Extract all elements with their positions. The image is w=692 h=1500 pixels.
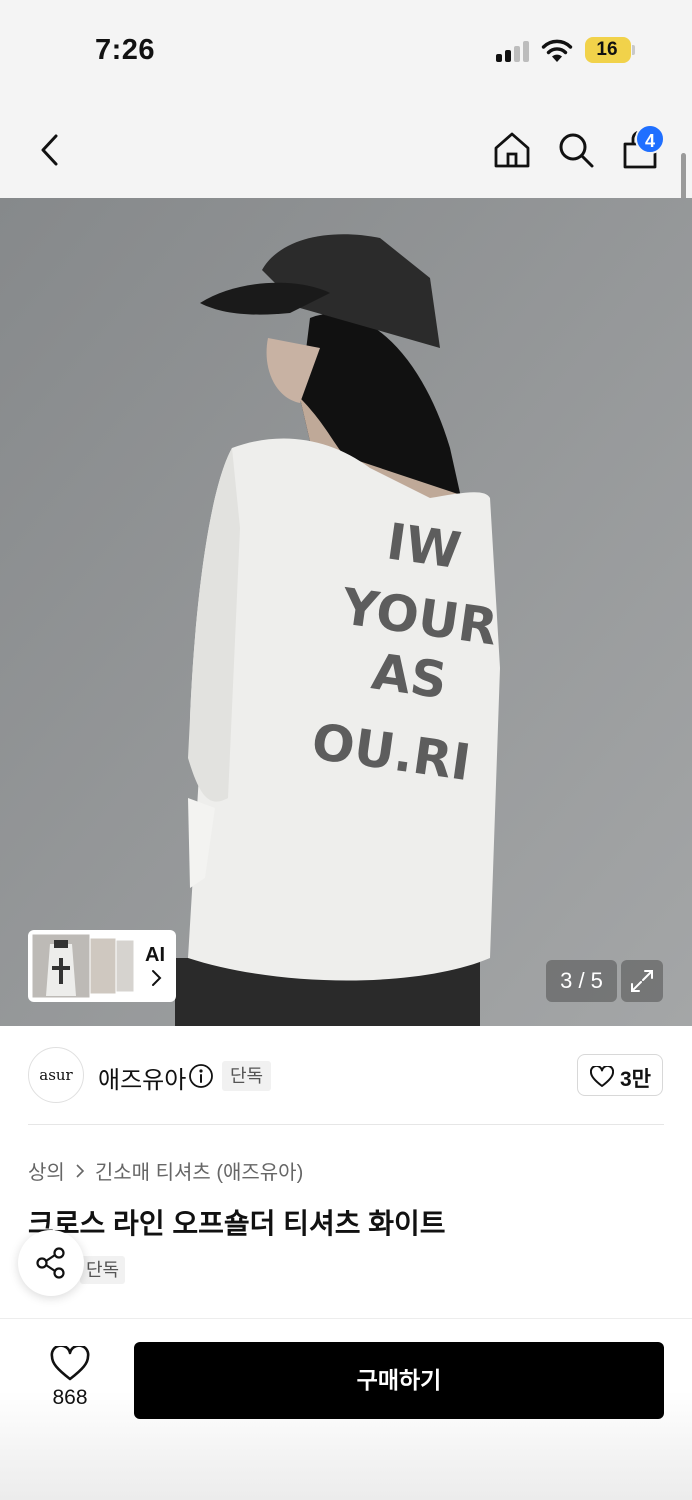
wish-count: 868	[52, 1386, 88, 1409]
info-icon[interactable]	[188, 1063, 214, 1089]
breadcrumb-category[interactable]: 상의	[28, 1156, 65, 1185]
thumbnail-stack[interactable]	[32, 934, 136, 998]
chevron-right-icon	[76, 1163, 84, 1178]
divider	[28, 1124, 664, 1125]
search-icon[interactable]	[556, 130, 596, 170]
image-page-counter: 3 / 5	[546, 960, 617, 1002]
exclusive-badge: 단독	[80, 1256, 126, 1284]
battery-level: 16	[596, 39, 618, 60]
svg-text:IW: IW	[383, 512, 464, 580]
ai-label[interactable]: AI	[145, 944, 165, 967]
svg-text:AS: AS	[368, 642, 450, 710]
heart-icon	[590, 1066, 614, 1087]
product-title: 크로스 라인 오프숄더 티셔츠 화이트	[28, 1208, 446, 1239]
expand-image-button[interactable]	[621, 960, 663, 1002]
status-time: 7:26	[95, 34, 156, 66]
brand-name[interactable]: 애즈유아	[98, 1060, 186, 1095]
back-icon[interactable]	[30, 130, 70, 170]
cart-count-badge: 4	[635, 124, 665, 154]
battery-icon: 16	[585, 37, 631, 63]
product-image-gallery[interactable]: IW YOUR AS OU.RI	[0, 198, 692, 1026]
brand-logo[interactable]: asur	[28, 1047, 84, 1103]
buy-button[interactable]: 구매하기	[134, 1342, 664, 1419]
product-photo: IW YOUR AS OU.RI	[0, 198, 692, 1026]
heart-icon[interactable]	[50, 1346, 90, 1382]
wifi-icon	[541, 39, 573, 62]
expand-icon	[631, 970, 653, 992]
share-icon	[36, 1247, 65, 1279]
brand-like-count: 3만	[620, 1068, 651, 1091]
exclusive-badge: 단독	[222, 1061, 272, 1091]
breadcrumb: 상의 긴소매 티셔츠 (애즈유아)	[28, 1156, 303, 1185]
breadcrumb-subcategory[interactable]: 긴소매 티셔츠 (애즈유아)	[95, 1156, 303, 1185]
cellular-signal-icon	[496, 40, 532, 62]
home-icon[interactable]	[492, 130, 532, 170]
status-bar: 7:26 16	[0, 0, 692, 100]
battery-cap	[632, 45, 635, 55]
top-nav-bar	[0, 100, 692, 198]
chevron-right-icon[interactable]	[149, 968, 163, 988]
brand-like-button[interactable]: 3만	[577, 1054, 663, 1096]
share-button[interactable]	[18, 1230, 84, 1296]
